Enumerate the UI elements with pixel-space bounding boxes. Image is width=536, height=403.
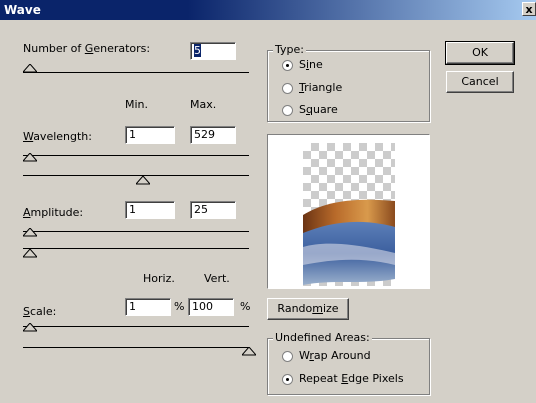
type-sine-radio[interactable]: Sine	[282, 58, 323, 71]
undefined-areas-group	[267, 338, 430, 395]
scale-min-slider-track[interactable]	[23, 326, 249, 327]
type-group-title: Type:	[273, 43, 306, 56]
wrap-around-radio[interactable]: Wrap Around	[282, 349, 371, 362]
close-button[interactable]: x	[522, 2, 536, 16]
close-icon: x	[525, 3, 533, 16]
vert-column-header: Vert.	[204, 272, 230, 285]
cancel-button[interactable]: Cancel	[446, 71, 514, 93]
amplitude-min-input[interactable]: 1	[125, 201, 175, 219]
ok-button[interactable]: OK	[445, 41, 515, 65]
scale-vert-input[interactable]: 100	[188, 298, 234, 316]
amplitude-max-slider-track[interactable]	[23, 248, 249, 249]
max-column-header: Max.	[190, 98, 217, 111]
type-square-radio[interactable]: Square	[282, 103, 338, 116]
randomize-button[interactable]: Randomize	[267, 298, 349, 320]
horiz-column-header: Horiz.	[143, 272, 175, 285]
preview-image	[303, 199, 395, 285]
preview-panel	[267, 134, 430, 289]
amplitude-max-input[interactable]: 25	[190, 201, 236, 219]
generators-input[interactable]: 5	[190, 42, 236, 60]
type-triangle-radio[interactable]: Triangle	[282, 81, 342, 94]
scale-max-slider-track[interactable]	[23, 347, 249, 348]
generators-slider-track[interactable]	[23, 72, 249, 73]
repeat-edge-pixels-radio[interactable]: Repeat Edge Pixels	[282, 372, 404, 385]
radio-unselected-icon	[282, 350, 293, 362]
amplitude-min-slider-track[interactable]	[23, 231, 249, 232]
wavelength-min-input[interactable]: 1	[125, 126, 175, 144]
wavelength-label: Wavelength:	[23, 130, 92, 143]
wavelength-min-slider-track[interactable]	[23, 155, 249, 156]
radio-selected-icon	[282, 373, 293, 385]
min-column-header: Min.	[125, 98, 149, 111]
radio-unselected-icon	[282, 104, 293, 116]
scale-horiz-input[interactable]: 1	[125, 298, 171, 316]
scale-label: Scale:	[23, 305, 57, 318]
generators-label: Number of Generators:	[23, 42, 151, 55]
wavelength-max-input[interactable]: 529	[190, 126, 236, 144]
undefined-areas-title: Undefined Areas:	[273, 331, 372, 344]
scale-vert-unit: %	[240, 300, 251, 313]
title-bar: Wave x	[0, 0, 536, 20]
amplitude-label: Amplitude:	[23, 206, 84, 219]
radio-unselected-icon	[282, 82, 293, 94]
scale-horiz-unit: %	[174, 300, 185, 313]
generators-value: 5	[194, 44, 201, 57]
window-title: Wave	[4, 3, 41, 17]
radio-selected-icon	[282, 59, 293, 71]
